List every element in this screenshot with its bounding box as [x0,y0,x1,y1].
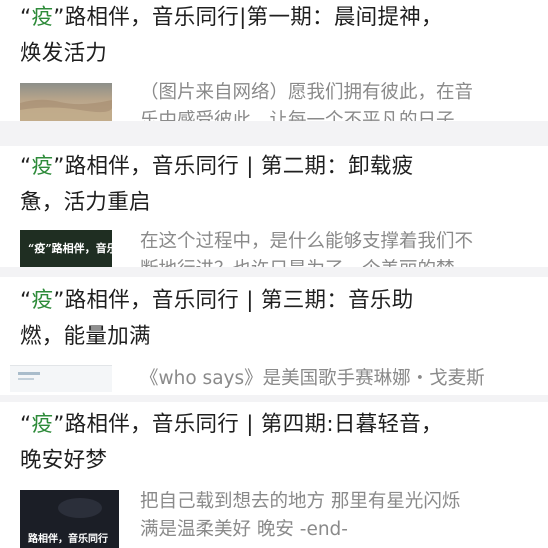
article-thumbnail[interactable] [10,365,112,392]
quote-mark: “ [20,288,32,313]
keyword-highlight: 疫 [31,154,54,179]
keyword-highlight: 疫 [31,412,54,437]
excerpt-line-1: 在这个过程中，是什么能够支撑着我们不 [140,231,474,252]
article-card-4[interactable]: “疫”路相伴，音乐同行 | 第四期:日暮轻音， 晚安好梦 路相伴，音乐同行 把自… [0,402,548,548]
article-card-3[interactable]: “疫”路相伴，音乐同行 | 第三期：音乐助 燃，能量加满 《who says》是… [0,277,548,395]
article-title[interactable]: “疫”路相伴，音乐同行|第一期：晨间提神， 焕发活力 [20,0,534,72]
article-thumbnail[interactable]: 路相伴，音乐同行 [20,490,119,548]
landscape-thumbnail-icon [20,83,112,121]
title-text: ”路相伴，音乐同行 | 第二期：卸载疲 [53,154,414,179]
article-excerpt: （图片来自网络）愿我们拥有彼此，在音 乐中感受彼此，让每一个不平凡的日子 [140,79,526,121]
article-title[interactable]: “疫”路相伴，音乐同行 | 第四期:日暮轻音， 晚安好梦 [20,407,534,479]
title-text-line2: 焕发活力 [20,41,108,66]
article-card-1[interactable]: “疫”路相伴，音乐同行|第一期：晨间提神， 焕发活力 （图片来自网络）愿我们拥有… [0,0,548,121]
excerpt-line-2: 断地行进？也许只是为了一个美丽的梦 [140,256,526,267]
article-title[interactable]: “疫”路相伴，音乐同行 | 第二期：卸载疲 惫，活力重启 [20,149,534,221]
article-thumbnail[interactable] [20,83,112,121]
quote-mark: “ [20,154,32,179]
excerpt-line-1: （图片来自网络）愿我们拥有彼此，在音 [140,82,474,103]
excerpt-line-2: 乐中感受彼此，让每一个不平凡的日子 [140,110,455,121]
thumbnail-caption: “疫”路相伴，音乐 [28,242,112,255]
title-text-line2: 惫，活力重启 [20,190,151,215]
quote-mark: “ [20,412,32,437]
quote-mark: “ [20,5,32,30]
excerpt-line-2: 满是温柔美好 晚安 -end- [140,519,348,540]
article-excerpt: 在这个过程中，是什么能够支撑着我们不 断地行进？也许只是为了一个美丽的梦 [140,228,526,267]
title-text-line2: 晚安好梦 [20,448,108,473]
keyword-highlight: 疫 [31,5,54,30]
title-text-line2: 燃，能量加满 [20,324,151,349]
light-cover-thumbnail-icon [18,372,40,380]
article-title[interactable]: “疫”路相伴，音乐同行 | 第三期：音乐助 燃，能量加满 [20,283,534,355]
article-thumbnail[interactable]: “疫”路相伴，音乐 [20,230,112,267]
title-text: ”路相伴，音乐同行|第一期：晨间提神， [53,5,443,30]
excerpt-line-1: 《who says》是美国歌手赛琳娜・戈麦斯 [140,368,485,389]
keyword-highlight: 疫 [31,288,54,313]
excerpt-line-1: 把自己载到想去的地方 那里有星光闪烁 [140,491,461,512]
article-excerpt: 把自己载到想去的地方 那里有星光闪烁 满是温柔美好 晚安 -end- [140,488,526,548]
article-excerpt: 《who says》是美国歌手赛琳娜・戈麦斯 [140,365,526,395]
title-text: ”路相伴，音乐同行 | 第四期:日暮轻音， [53,412,443,437]
article-card-2[interactable]: “疫”路相伴，音乐同行 | 第二期：卸载疲 惫，活力重启 “疫”路相伴，音乐 在… [0,146,548,267]
title-text: ”路相伴，音乐同行 | 第三期：音乐助 [53,288,414,313]
thumbnail-caption: 路相伴，音乐同行 [28,534,108,545]
